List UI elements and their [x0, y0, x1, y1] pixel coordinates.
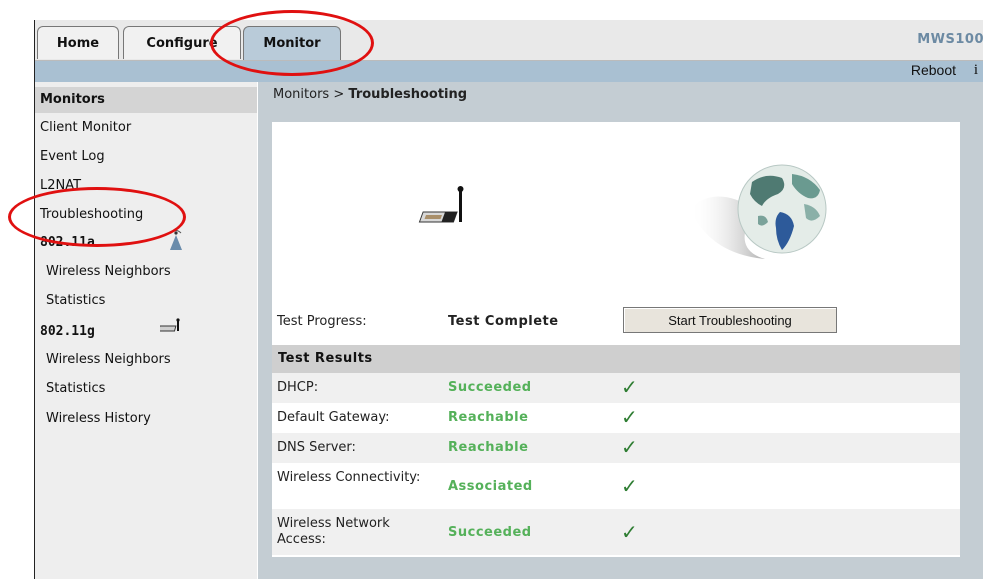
result-value: Reachable: [448, 440, 529, 455]
sidebar-item-802-11a-wireless-neighbors[interactable]: Wireless Neighbors: [46, 264, 171, 279]
checkmark-icon: ✓: [621, 435, 638, 459]
globe-icon: [690, 164, 827, 259]
test-progress-label: Test Progress:: [277, 314, 367, 329]
reboot-link[interactable]: Reboot: [911, 62, 956, 78]
sidebar-item-802-11g-wireless-history[interactable]: Wireless History: [46, 411, 151, 426]
tab-configure-label: Configure: [146, 36, 218, 51]
result-value: Associated: [448, 479, 533, 494]
sidebar: Monitors Client Monitor Event Log L2NAT …: [35, 82, 257, 579]
result-label: Wireless Connectivity:: [277, 470, 421, 485]
product-brand: MWS100: [917, 32, 983, 47]
result-row-dns: DNS Server: Reachable ✓: [272, 433, 960, 463]
sidebar-item-troubleshooting[interactable]: Troubleshooting: [40, 207, 143, 222]
tab-monitor-label: Monitor: [263, 36, 321, 51]
checkmark-icon: ✓: [621, 405, 638, 429]
app-window: Home Configure Monitor MWS100 Reboot i M…: [34, 20, 983, 579]
breadcrumb-separator: >: [329, 87, 349, 102]
test-progress-value: Test Complete: [448, 314, 559, 329]
troubleshooting-panel: Test Progress: Test Complete Start Troub…: [272, 122, 960, 557]
result-value: Reachable: [448, 410, 529, 425]
tab-monitor[interactable]: Monitor: [243, 26, 341, 60]
main-content: Monitors > Troubleshooting Test Progress…: [258, 82, 983, 579]
breadcrumb: Monitors > Troubleshooting: [273, 87, 467, 102]
sidebar-item-client-monitor[interactable]: Client Monitor: [40, 120, 131, 135]
action-bar: Reboot i: [35, 61, 983, 82]
info-icon[interactable]: i: [974, 62, 978, 79]
tab-configure[interactable]: Configure: [123, 26, 241, 59]
result-value: Succeeded: [448, 380, 532, 395]
result-label: DNS Server:: [277, 440, 356, 455]
test-results-heading: Test Results: [272, 345, 960, 373]
result-value: Succeeded: [448, 525, 532, 540]
checkmark-icon: ✓: [621, 375, 638, 399]
usb-adapter-icon: [160, 318, 180, 332]
tab-home[interactable]: Home: [37, 26, 119, 59]
sidebar-item-802-11a-statistics[interactable]: Statistics: [46, 293, 105, 308]
sidebar-item-802-11g-wireless-neighbors[interactable]: Wireless Neighbors: [46, 352, 171, 367]
sidebar-item-l2nat[interactable]: L2NAT: [40, 178, 81, 193]
result-row-gateway: Default Gateway: Reachable ✓: [272, 403, 960, 433]
result-label: Wireless Network Access:: [277, 516, 390, 547]
result-label: Default Gateway:: [277, 410, 390, 425]
tab-bar: Home Configure Monitor MWS100: [35, 20, 983, 61]
antenna-icon: [170, 230, 182, 250]
result-row-wireless-network-access: Wireless Network Access: Succeeded ✓: [272, 509, 960, 555]
sidebar-item-802-11g-statistics[interactable]: Statistics: [46, 381, 105, 396]
result-row-wireless-connectivity: Wireless Connectivity: Associated ✓: [272, 463, 960, 509]
breadcrumb-parent[interactable]: Monitors: [273, 87, 329, 102]
sidebar-heading: Monitors: [35, 87, 257, 113]
breadcrumb-current: Troubleshooting: [348, 87, 468, 102]
group-802-11a-title: 802.11a: [40, 235, 95, 250]
group-802-11g-title: 802.11g: [40, 324, 95, 339]
result-row-dhcp: DHCP: Succeeded ✓: [272, 373, 960, 403]
sidebar-item-event-log[interactable]: Event Log: [40, 149, 105, 164]
start-troubleshooting-button[interactable]: Start Troubleshooting: [623, 307, 837, 333]
checkmark-icon: ✓: [621, 520, 638, 544]
result-label: DHCP:: [277, 380, 319, 395]
checkmark-icon: ✓: [621, 474, 638, 498]
tab-home-label: Home: [56, 36, 100, 51]
wireless-card-icon: [418, 186, 464, 223]
